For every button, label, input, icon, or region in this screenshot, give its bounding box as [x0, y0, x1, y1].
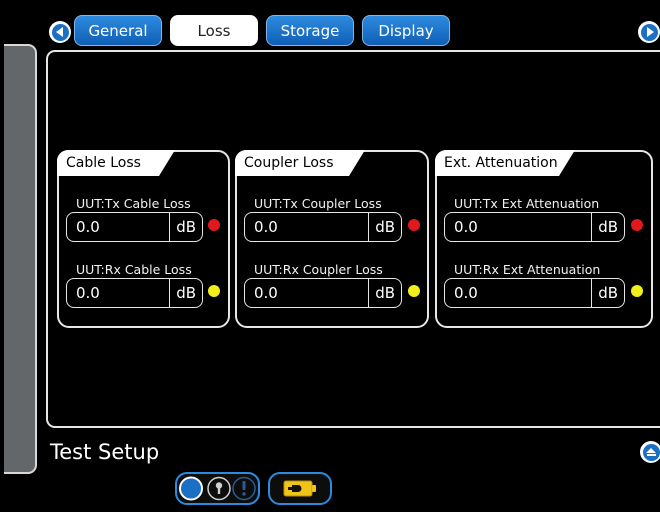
rx-coupler-loss-value[interactable]: 0.0	[245, 284, 368, 302]
rx-ext-attenuation-field[interactable]: 0.0 dB	[444, 278, 625, 308]
rx-cable-loss-indicator	[208, 285, 220, 297]
alert-icon	[232, 476, 256, 501]
tab-display[interactable]: Display	[362, 15, 450, 46]
rx-coupler-loss-field[interactable]: 0.0 dB	[244, 278, 402, 308]
tx-ext-attenuation-value[interactable]: 0.0	[445, 218, 591, 236]
rx-cable-loss-value[interactable]: 0.0	[67, 284, 169, 302]
page-title: Test Setup	[50, 440, 160, 464]
tx-cable-loss-indicator	[208, 219, 220, 231]
field-label-tx-ext-attenuation: UUT:Tx Ext Attenuation	[454, 196, 600, 211]
tx-coupler-loss-unit: dB	[368, 213, 401, 241]
rx-ext-attenuation-value[interactable]: 0.0	[445, 284, 591, 302]
field-label-rx-cable-loss: UUT:Rx Cable Loss	[76, 262, 192, 277]
tx-ext-attenuation-indicator	[631, 219, 643, 231]
tx-ext-attenuation-unit: dB	[591, 213, 624, 241]
field-label-rx-ext-attenuation: UUT:Rx Ext Attenuation	[454, 262, 601, 277]
prev-tab-arrow-icon[interactable]	[49, 21, 71, 43]
tab-storage[interactable]: Storage	[266, 15, 354, 46]
circle-status-icon	[179, 476, 203, 501]
rx-cable-loss-unit: dB	[169, 279, 202, 307]
rx-ext-attenuation-unit: dB	[591, 279, 624, 307]
rx-coupler-loss-indicator	[408, 285, 420, 297]
group-title-ext-attenuation: Ext. Attenuation	[435, 150, 575, 176]
group-title-coupler-loss: Coupler Loss	[235, 150, 365, 176]
tx-cable-loss-field[interactable]: 0.0 dB	[66, 212, 203, 242]
field-label-rx-coupler-loss: UUT:Rx Coupler Loss	[254, 262, 383, 277]
field-label-tx-cable-loss: UUT:Tx Cable Loss	[76, 196, 191, 211]
field-label-tx-coupler-loss: UUT:Tx Coupler Loss	[254, 196, 382, 211]
status-indicator-group[interactable]	[175, 472, 260, 505]
tab-general[interactable]: General	[74, 15, 162, 46]
collapse-up-icon[interactable]	[640, 441, 660, 463]
battery-plug-icon	[283, 480, 316, 497]
tab-loss[interactable]: Loss	[170, 15, 258, 46]
rx-ext-attenuation-indicator	[631, 285, 643, 297]
next-tab-arrow-icon[interactable]	[638, 21, 660, 43]
group-title-cable-loss: Cable Loss	[57, 150, 175, 176]
tx-ext-attenuation-field[interactable]: 0.0 dB	[444, 212, 625, 242]
tx-coupler-loss-indicator	[408, 219, 420, 231]
tx-cable-loss-value[interactable]: 0.0	[67, 218, 169, 236]
side-drawer-handle[interactable]	[4, 44, 37, 474]
rx-cable-loss-field[interactable]: 0.0 dB	[66, 278, 203, 308]
tx-coupler-loss-value[interactable]: 0.0	[245, 218, 368, 236]
rx-coupler-loss-unit: dB	[368, 279, 401, 307]
key-icon	[207, 476, 231, 501]
battery-status-button[interactable]	[268, 472, 332, 505]
tx-coupler-loss-field[interactable]: 0.0 dB	[244, 212, 402, 242]
status-icons	[179, 476, 256, 501]
tx-cable-loss-unit: dB	[169, 213, 202, 241]
